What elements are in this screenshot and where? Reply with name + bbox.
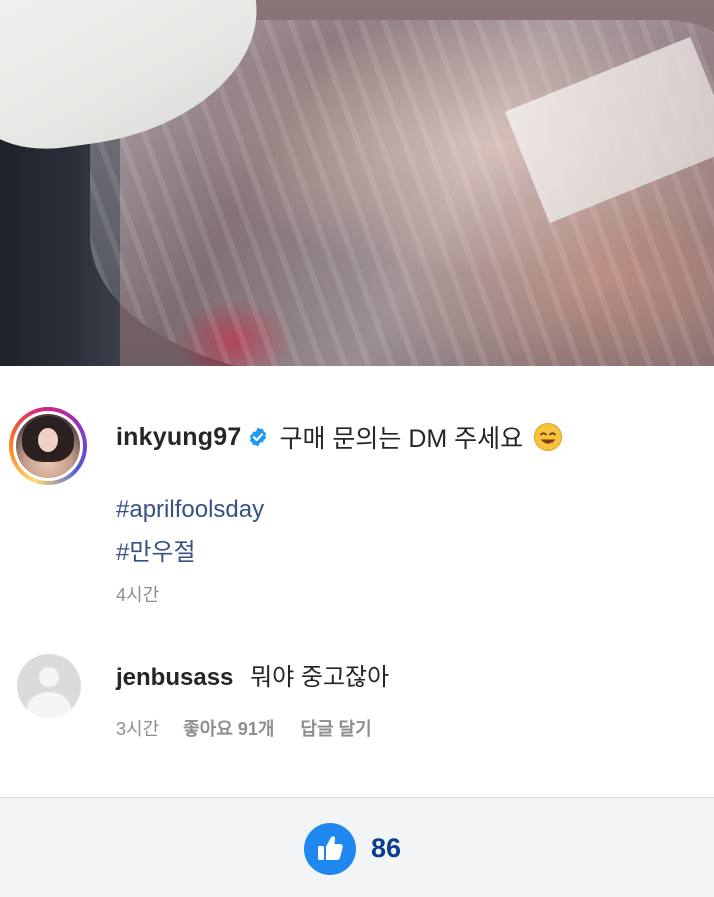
hashtag-link[interactable]: #만우절 [116,532,196,567]
author-avatar[interactable] [9,407,87,485]
thumbs-up-icon [318,836,343,860]
comment-meta: 3시간 좋아요 91개 답글 달기 [116,715,372,741]
post-timestamp: 4시간 [116,585,160,605]
hashtag-link[interactable]: #aprilfoolsday [116,496,264,524]
comment-timestamp: 3시간 [116,719,160,739]
post-photo[interactable] [0,0,714,366]
default-user-avatar-icon[interactable] [17,654,81,718]
comment-text: 뭐야 중고잖아 [250,664,390,691]
verified-badge-icon [250,427,267,447]
comment-likes-button[interactable]: 좋아요 91개 [183,715,274,741]
like-button[interactable] [304,823,356,875]
caption-text: 구매 문의는 DM 주세요 [279,425,524,453]
post-caption: inkyung97 구매 문의는 DM 주세요 [116,419,563,455]
like-count: 86 [371,833,402,863]
comment-username[interactable]: jenbusass [116,664,233,691]
reply-button[interactable]: 답글 달기 [300,715,371,741]
reaction-bar [0,798,714,897]
smiling-face-emoji-icon [534,423,563,451]
comment-text-line: jenbusass 뭐야 중고잖아 [116,657,389,692]
author-username[interactable]: inkyung97 [116,423,241,452]
author-avatar-photo [16,414,80,478]
